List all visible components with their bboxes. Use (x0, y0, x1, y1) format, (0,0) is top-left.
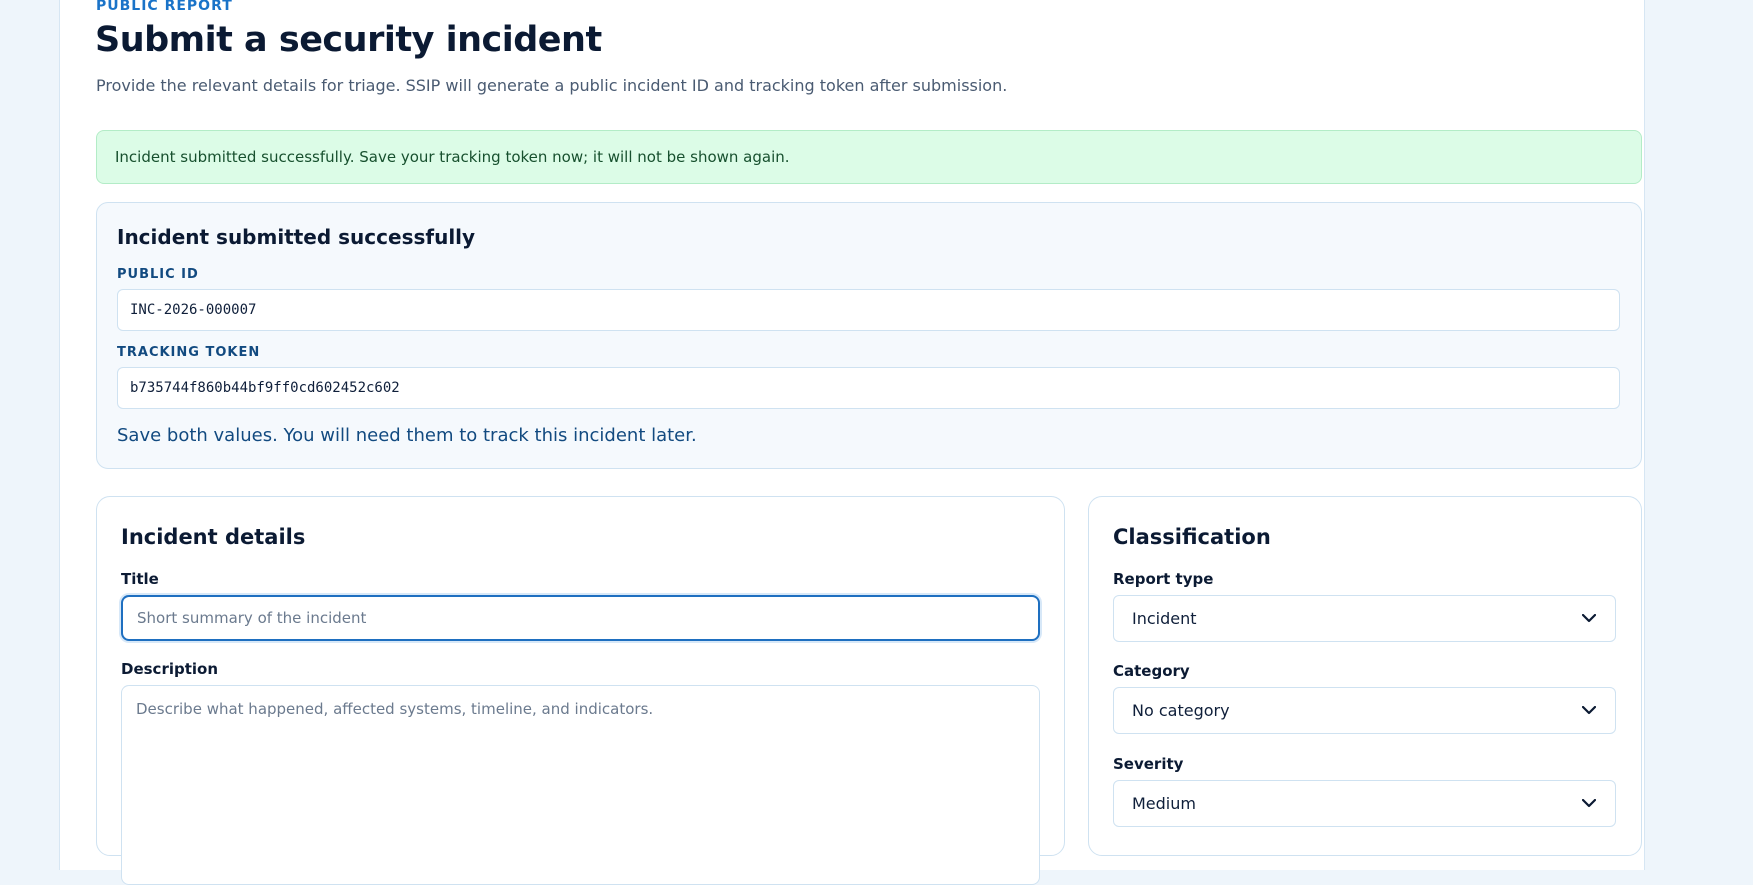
success-banner: Incident submitted successfully. Save yo… (96, 130, 1642, 184)
result-heading: Incident submitted successfully (117, 225, 476, 249)
category-select[interactable]: No category (1113, 687, 1616, 734)
chevron-down-icon (1581, 703, 1597, 719)
tracking-token-field[interactable]: b735744f860b44bf9ff0cd602452c602 (117, 367, 1620, 409)
category-value: No category (1132, 701, 1230, 720)
incident-details-card: Incident details Title Description (96, 496, 1065, 885)
severity-label: Severity (1113, 755, 1184, 773)
classification-card: Classification Report type Incident Cate… (1088, 496, 1642, 856)
chevron-down-icon (1581, 796, 1597, 812)
report-type-value: Incident (1132, 609, 1197, 628)
result-note: Save both values. You will need them to … (117, 425, 697, 446)
chevron-down-icon (1581, 611, 1597, 627)
incident-details-heading: Incident details (121, 525, 306, 549)
report-type-select[interactable]: Incident (1113, 595, 1616, 642)
tracking-token-label: TRACKING TOKEN (117, 345, 261, 360)
classification-heading: Classification (1113, 525, 1271, 549)
title-label: Title (121, 570, 159, 588)
description-label: Description (121, 660, 219, 678)
submission-result-panel: Incident submitted successfully PUBLIC I… (96, 202, 1642, 469)
public-id-value: INC-2026-000007 (130, 302, 257, 318)
report-type-label: Report type (1113, 570, 1214, 588)
public-id-label: PUBLIC ID (117, 267, 199, 282)
public-id-field[interactable]: INC-2026-000007 (117, 289, 1620, 331)
success-banner-message: Incident submitted successfully. Save yo… (115, 148, 790, 166)
page-subtitle: Provide the relevant details for triage.… (96, 76, 1008, 95)
description-textarea[interactable] (121, 685, 1040, 885)
tracking-token-value: b735744f860b44bf9ff0cd602452c602 (130, 380, 400, 396)
category-label: Category (1113, 662, 1190, 680)
severity-value: Medium (1132, 794, 1196, 813)
severity-select[interactable]: Medium (1113, 780, 1616, 827)
page-eyebrow: PUBLIC REPORT (96, 0, 233, 14)
page-title: Submit a security incident (95, 20, 602, 60)
title-input[interactable] (121, 595, 1040, 641)
